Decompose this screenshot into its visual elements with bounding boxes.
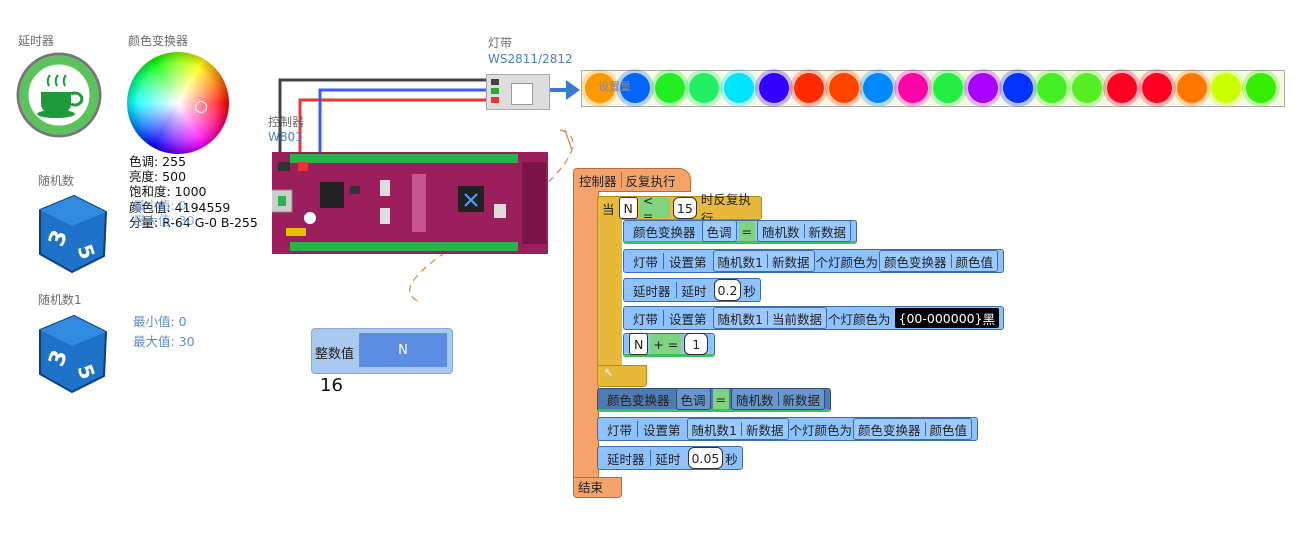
l4-color-code: {00-000000} xyxy=(898,310,983,326)
program-end-block[interactable]: 结束 xyxy=(573,477,622,498)
variable-name-field[interactable]: N xyxy=(359,333,447,367)
strip-overlay-label: 设置量 xyxy=(598,80,631,93)
l1-object: 颜色变换器 xyxy=(633,224,696,240)
header-controller: 控制器 xyxy=(579,173,617,189)
integer-variable[interactable]: 整数值 N xyxy=(311,328,453,374)
l6-source-prop: 新数据 xyxy=(782,392,821,408)
l4-object: 灯带 xyxy=(633,311,659,327)
strip-connector[interactable] xyxy=(486,74,550,110)
l8-action: 延时 xyxy=(655,451,681,467)
delay-block-2[interactable]: 延时器 延时 0.05 秒 xyxy=(597,446,743,470)
l8-value[interactable]: 0.05 xyxy=(687,447,724,469)
l3-value[interactable]: 0.2 xyxy=(713,279,742,301)
led xyxy=(724,73,755,103)
l2-mid: 个灯颜色为 xyxy=(815,254,879,270)
l1-source[interactable]: 随机数 新数据 xyxy=(757,220,852,242)
l6-property[interactable]: 色调 xyxy=(675,388,711,410)
l6-equals: = xyxy=(712,389,730,409)
set-led-color-block[interactable]: 灯带 设置第 随机数1 新数据 个灯颜色为 颜色变换器 颜色值 xyxy=(623,249,1005,273)
l2-object: 灯带 xyxy=(633,254,659,270)
led xyxy=(1107,73,1137,103)
l7-index-object: 随机数1 xyxy=(691,422,737,438)
l1-equals: = xyxy=(738,221,756,241)
l7-action: 设置第 xyxy=(643,422,681,438)
header-loop: 反复执行 xyxy=(625,173,676,189)
l7-object: 灯带 xyxy=(607,422,633,438)
l8-object: 延时器 xyxy=(607,451,645,467)
assign-hue-block[interactable]: 颜色变换器 色调 = 随机数 新数据 xyxy=(623,220,858,244)
l7-mid: 个灯颜色为 xyxy=(789,422,853,438)
l2-index-prop: 新数据 xyxy=(771,254,810,270)
l2-index[interactable]: 随机数1 新数据 xyxy=(712,250,815,272)
l5-value[interactable]: 1 xyxy=(684,333,709,355)
l4-index-object: 随机数1 xyxy=(717,311,763,327)
integer-label: 整数值 xyxy=(315,347,355,362)
controller-board[interactable] xyxy=(269,152,548,254)
l8-unit: 秒 xyxy=(725,451,738,467)
l3-action: 延时 xyxy=(681,283,707,299)
l5-operator: + = xyxy=(650,334,682,354)
variable-value: 16 xyxy=(320,375,343,396)
l1-source-prop: 新数据 xyxy=(808,224,847,240)
program-header-block[interactable]: 控制器 反复执行 xyxy=(573,168,691,192)
led xyxy=(1002,73,1033,103)
l4-mid: 个灯颜色为 xyxy=(828,311,891,327)
delay-block[interactable]: 延时器 延时 0.2 秒 xyxy=(623,278,761,302)
while-keyword: 当 xyxy=(602,201,615,217)
l2-color[interactable]: 颜色变换器 颜色值 xyxy=(879,250,999,272)
set-led-color-block-2[interactable]: 灯带 设置第 随机数1 新数据 个灯颜色为 颜色变换器 颜色值 xyxy=(597,417,979,441)
strip-model: WS2811/2812 xyxy=(488,52,573,66)
led xyxy=(1072,73,1103,103)
while-block[interactable]: 当 N < = 15 时反复执行 xyxy=(597,192,762,226)
program-body-bar xyxy=(573,191,599,479)
l2-color-prop: 颜色值 xyxy=(955,254,994,270)
while-operator[interactable]: < = xyxy=(639,193,670,223)
l3-object: 延时器 xyxy=(633,283,671,299)
led xyxy=(654,73,685,103)
led xyxy=(933,73,963,103)
l3-unit: 秒 xyxy=(743,283,756,299)
led xyxy=(1176,73,1207,103)
l6-object: 颜色变换器 xyxy=(607,392,670,408)
l4-index-prop: 当前数据 xyxy=(771,311,822,327)
while-end-block[interactable]: ↖ xyxy=(597,365,647,387)
led xyxy=(793,73,824,103)
assign-hue-block-2[interactable]: 颜色变换器 色调 = 随机数 新数据 xyxy=(597,388,832,412)
controller-label: 控制器 xyxy=(268,115,305,129)
l4-color-literal[interactable]: {00-000000} 黑 xyxy=(894,308,1000,328)
l2-index-object: 随机数1 xyxy=(717,254,763,270)
set-led-black-block[interactable]: 灯带 设置第 随机数1 当前数据 个灯颜色为 {00-000000} 黑 xyxy=(623,306,1005,330)
l7-color-prop: 颜色值 xyxy=(929,422,968,438)
led xyxy=(828,73,859,103)
led xyxy=(759,73,789,103)
led xyxy=(898,73,929,103)
l2-color-object: 颜色变换器 xyxy=(884,254,947,270)
l5-var[interactable]: N xyxy=(629,333,649,355)
increment-block[interactable]: N + = 1 xyxy=(623,333,716,357)
while-body-bar xyxy=(597,219,622,367)
l4-index[interactable]: 随机数1 当前数据 xyxy=(712,307,827,329)
l4-color-name: 黑 xyxy=(982,311,996,327)
l7-index-prop: 新数据 xyxy=(745,422,784,438)
controller-model: W801 xyxy=(268,130,303,144)
l1-source-object: 随机数 xyxy=(762,224,800,240)
strip-label: 灯带 xyxy=(488,36,513,50)
l4-action: 设置第 xyxy=(669,311,707,327)
while-var[interactable]: N xyxy=(618,197,638,219)
led xyxy=(967,73,998,103)
l6-source-object: 随机数 xyxy=(736,392,774,408)
l6-source[interactable]: 随机数 新数据 xyxy=(731,388,826,410)
l7-color[interactable]: 颜色变换器 颜色值 xyxy=(853,418,973,440)
l2-action: 设置第 xyxy=(669,254,707,270)
led xyxy=(1246,73,1277,103)
while-limit[interactable]: 15 xyxy=(672,197,697,219)
led xyxy=(1141,73,1172,103)
l1-property[interactable]: 色调 xyxy=(701,220,737,242)
l7-color-object: 颜色变换器 xyxy=(858,422,921,438)
l7-index[interactable]: 随机数1 新数据 xyxy=(686,418,789,440)
